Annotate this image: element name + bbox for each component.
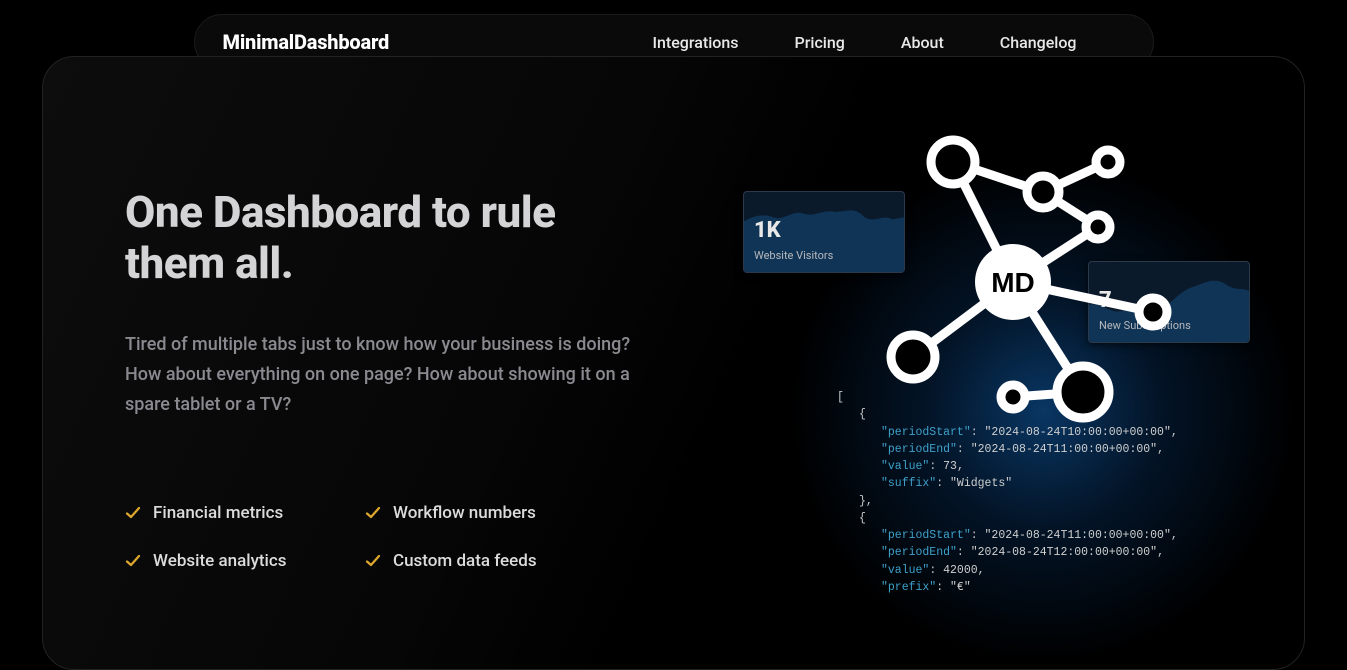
feature-label: Custom data feeds bbox=[393, 551, 537, 571]
code-key: "periodEnd" bbox=[881, 546, 957, 559]
code-punc: }, bbox=[859, 495, 873, 508]
feature-label: Financial metrics bbox=[153, 503, 283, 523]
code-punc: , bbox=[1157, 546, 1164, 559]
code-key: "prefix" bbox=[881, 581, 936, 594]
nav-link-pricing[interactable]: Pricing bbox=[795, 33, 845, 52]
code-value: 73 bbox=[943, 460, 957, 473]
code-key: "value" bbox=[881, 460, 929, 473]
hero-panel: One Dashboard to rule them all. Tired of… bbox=[42, 56, 1305, 670]
check-icon bbox=[125, 553, 141, 569]
code-punc: : bbox=[936, 581, 950, 594]
code-key: "periodStart" bbox=[881, 529, 971, 542]
code-punc: { bbox=[859, 512, 866, 525]
feature-list: Financial metrics Workflow numbers Websi… bbox=[125, 503, 645, 571]
code-value: 42000 bbox=[943, 564, 978, 577]
code-punc: : bbox=[957, 443, 971, 456]
code-punc: , bbox=[1171, 529, 1178, 542]
metric-label: Website Visitors bbox=[754, 249, 833, 262]
code-value: "2024-08-24T11:00:00+00:00" bbox=[971, 443, 1157, 456]
nav-link-changelog[interactable]: Changelog bbox=[1000, 33, 1077, 52]
code-punc: { bbox=[859, 408, 866, 421]
hero-graphic: 1K Website Visitors 7 New Subscriptions bbox=[733, 57, 1304, 669]
code-value: "2024-08-24T10:00:00+00:00" bbox=[985, 426, 1171, 439]
code-value: "2024-08-24T12:00:00+00:00" bbox=[971, 546, 1157, 559]
feature-label: Workflow numbers bbox=[393, 503, 536, 523]
code-punc: , bbox=[1171, 426, 1178, 439]
hero-copy: One Dashboard to rule them all. Tired of… bbox=[125, 187, 645, 571]
logo-initials: MD bbox=[991, 267, 1035, 298]
code-punc: : bbox=[971, 529, 985, 542]
code-punc: , bbox=[1157, 443, 1164, 456]
code-punc: , bbox=[978, 564, 985, 577]
feature-item: Custom data feeds bbox=[365, 551, 605, 571]
feature-label: Website analytics bbox=[153, 551, 287, 571]
brand-logo[interactable]: MinimalDashboard bbox=[223, 30, 390, 54]
check-icon bbox=[365, 553, 381, 569]
code-punc: : bbox=[957, 546, 971, 559]
hero-subtitle: Tired of multiple tabs just to know how … bbox=[125, 330, 645, 419]
code-punc: : bbox=[936, 477, 950, 490]
hero-title: One Dashboard to rule them all. bbox=[125, 187, 645, 288]
code-punc: [ bbox=[837, 391, 844, 404]
code-value: "€" bbox=[950, 581, 971, 594]
feature-item: Financial metrics bbox=[125, 503, 365, 523]
code-snippet: [ { "periodStart": "2024-08-24T10:00:00+… bbox=[837, 383, 1267, 636]
code-punc: : bbox=[971, 426, 985, 439]
code-key: "periodStart" bbox=[881, 426, 971, 439]
metric-value: 1K bbox=[754, 218, 781, 243]
code-key: "value" bbox=[881, 564, 929, 577]
code-key: "suffix" bbox=[881, 477, 936, 490]
nav-link-integrations[interactable]: Integrations bbox=[652, 33, 738, 52]
code-value: "Widgets" bbox=[950, 477, 1012, 490]
feature-item: Website analytics bbox=[125, 551, 365, 571]
nav-links: Integrations Pricing About Changelog bbox=[652, 33, 1124, 52]
code-value: "2024-08-24T11:00:00+00:00" bbox=[985, 529, 1171, 542]
check-icon bbox=[125, 505, 141, 521]
feature-item: Workflow numbers bbox=[365, 503, 605, 523]
code-punc: , bbox=[957, 460, 964, 473]
check-icon bbox=[365, 505, 381, 521]
code-key: "periodEnd" bbox=[881, 443, 957, 456]
code-punc: : bbox=[929, 564, 943, 577]
code-punc: : bbox=[929, 460, 943, 473]
nav-link-about[interactable]: About bbox=[901, 33, 944, 52]
